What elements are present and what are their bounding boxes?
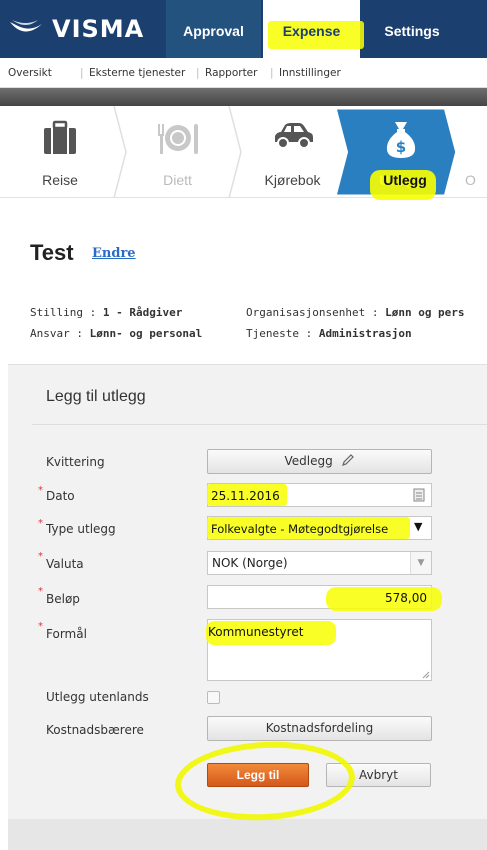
car-icon	[274, 123, 313, 149]
step-label: Diett	[163, 172, 192, 188]
utenlands-checkbox[interactable]	[207, 691, 220, 704]
kostnadsbaerere-label: Kostnadsbærere	[46, 723, 144, 737]
kostnadsfordeling-button[interactable]: Kostnadsfordeling	[207, 716, 432, 741]
suitcase-icon	[44, 120, 76, 154]
plate-cutlery-icon	[157, 124, 198, 154]
svg-text:$: $	[396, 138, 406, 156]
type-utlegg-label: Type utlegg	[46, 522, 116, 536]
required-marker: *	[38, 485, 43, 496]
step-label: Reise	[42, 172, 78, 188]
step-diett[interactable]: Diett	[120, 106, 235, 198]
required-marker: *	[38, 621, 43, 632]
step-reise[interactable]: Reise	[0, 106, 120, 198]
tab-settings[interactable]: Settings	[361, 0, 463, 58]
form-title: Legg til utlegg	[46, 388, 146, 405]
visma-logo-icon	[10, 20, 42, 32]
step-kjorebok[interactable]: Kjørebok	[235, 106, 350, 198]
subnav-item-innstillinger[interactable]: Innstillinger	[279, 67, 341, 79]
dato-label: Dato	[46, 489, 75, 503]
vedlegg-button-label: Vedlegg	[284, 454, 333, 468]
step-utlegg-label-overlay: Utlegg	[383, 172, 427, 188]
utenlands-label: Utlegg utenlands	[46, 690, 149, 704]
top-navigation-bar: VISMA Approval Expense Settings	[0, 0, 487, 58]
ansvar-info: Ansvar : Lønn- og personal	[30, 327, 202, 340]
org-label: Organisasjonsenhet :	[246, 306, 379, 319]
org-info: Organisasjonsenhet : Lønn og pers	[246, 306, 465, 319]
stilling-value: 1 - Rådgiver	[102, 306, 183, 319]
divider	[32, 424, 487, 425]
required-marker: *	[38, 586, 43, 597]
valuta-value: NOK (Norge)	[212, 556, 288, 570]
org-value: Lønn og pers	[385, 306, 465, 319]
panel-footer	[8, 819, 487, 850]
vedlegg-button[interactable]: Vedlegg	[207, 449, 432, 474]
subnav-divider: |	[80, 67, 84, 79]
subnav-item-eksterne-tjenester[interactable]: Eksterne tjenester	[89, 67, 185, 79]
dato-value: 25.11.2016	[211, 489, 280, 503]
kvittering-label: Kvittering	[46, 455, 105, 469]
pencil-icon	[341, 454, 354, 466]
subnav-item-oversikt[interactable]: Oversikt	[8, 67, 52, 79]
formal-label: Formål	[46, 627, 87, 641]
type-utlegg-value: Folkevalgte - Møtegodtgjørelse	[211, 522, 389, 536]
resize-handle-icon[interactable]	[422, 671, 430, 679]
subnav-divider: |	[270, 67, 274, 79]
subnav-item-rapporter[interactable]: Rapporter	[205, 67, 257, 79]
tjeneste-label: Tjeneste :	[246, 327, 313, 340]
valuta-select[interactable]: NOK (Norge)	[207, 551, 432, 575]
valuta-label: Valuta	[46, 557, 84, 571]
stilling-label: Stilling :	[30, 306, 97, 319]
required-marker: *	[38, 518, 43, 529]
stilling-info: Stilling : 1 - Rådgiver	[30, 306, 182, 319]
tab-expense-label[interactable]: Expense	[263, 0, 360, 58]
sub-navigation: Oversikt | Eksterne tjenester | Rapporte…	[0, 58, 487, 88]
money-bag-icon: $	[386, 122, 416, 158]
ansvar-label: Ansvar :	[30, 327, 83, 340]
belop-label: Beløp	[46, 592, 80, 606]
tab-approval[interactable]: Approval	[166, 0, 261, 58]
calendar-icon[interactable]	[413, 488, 425, 502]
formal-value: Kommunestyret	[208, 625, 304, 639]
tjeneste-value: Administrasjon	[318, 327, 412, 340]
header-divider-bar	[0, 88, 487, 106]
subnav-divider: |	[196, 67, 200, 79]
ansvar-value: Lønn- og personal	[89, 327, 203, 340]
required-marker: *	[38, 551, 43, 562]
chevron-down-icon[interactable]: ▼	[410, 552, 431, 574]
page-title: Test	[30, 240, 74, 265]
chevron-down-icon[interactable]: ▼	[414, 520, 422, 533]
step-label: O	[465, 172, 476, 188]
logo-text: VISMA	[52, 15, 145, 43]
belop-value: 578,00	[385, 591, 427, 605]
step-label: Kjørebok	[264, 172, 321, 188]
tjeneste-info: Tjeneste : Administrasjon	[246, 327, 412, 340]
edit-link[interactable]: Endre	[92, 246, 136, 261]
visma-logo[interactable]: VISMA	[8, 14, 168, 46]
